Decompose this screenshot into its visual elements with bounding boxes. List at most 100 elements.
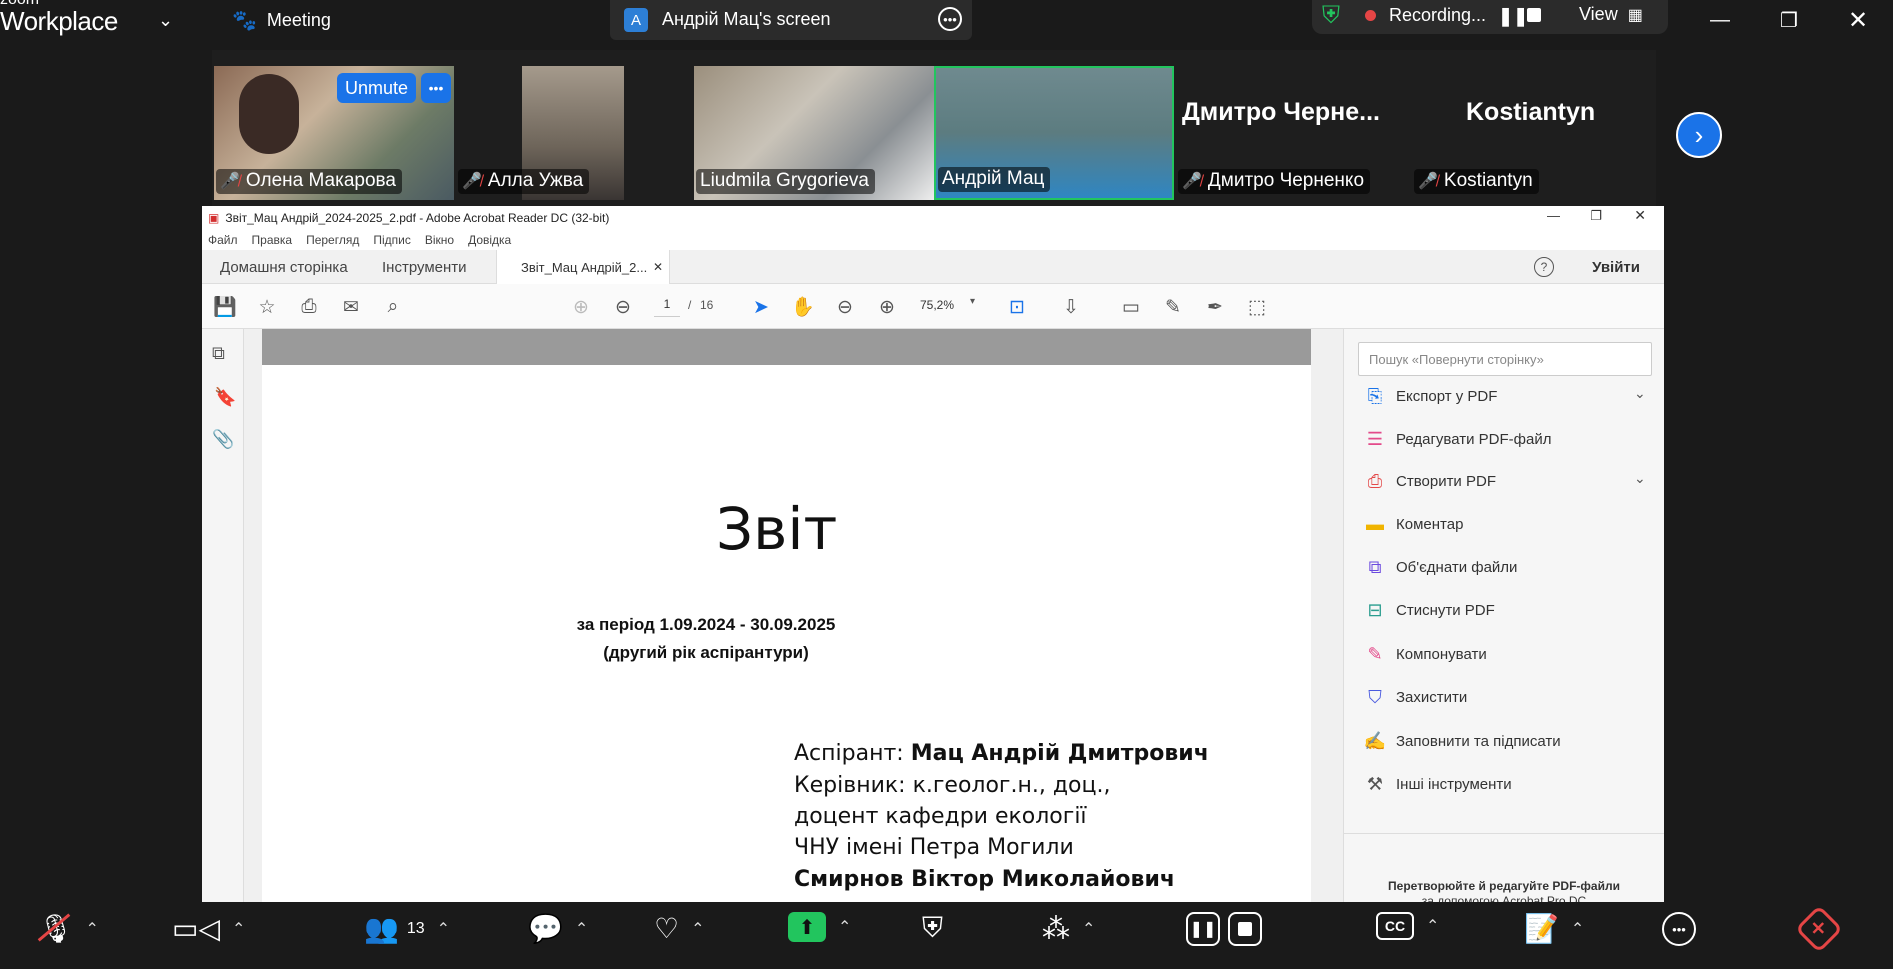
- tool-combine[interactable]: ⧉ Об'єднати файли: [1364, 552, 1518, 582]
- print-icon[interactable]: ⎙: [296, 294, 322, 320]
- tab-tools[interactable]: Інструменти: [382, 250, 467, 284]
- sign-icon[interactable]: ✒: [1202, 294, 1228, 320]
- signin-link[interactable]: Увійти: [1592, 250, 1640, 284]
- react-button[interactable]: ♡ ⌃: [654, 912, 705, 945]
- hand-tool-icon[interactable]: ✋: [790, 294, 816, 320]
- stop-icon[interactable]: [1228, 912, 1262, 946]
- notes-options-caret-icon[interactable]: ⌃: [1571, 919, 1584, 939]
- create-pdf-icon: ⎙: [1367, 470, 1383, 491]
- view-button[interactable]: View ▦: [1579, 4, 1643, 25]
- recording-bar: ⛨ Recording... ❚❚ View ▦: [1312, 0, 1668, 34]
- save-icon[interactable]: 💾: [212, 294, 238, 320]
- captions-button[interactable]: CC ⌃: [1376, 912, 1439, 940]
- share-options-caret-icon[interactable]: ⌃: [838, 917, 851, 937]
- menu-file[interactable]: Файл: [208, 233, 238, 247]
- bookmark-star-icon[interactable]: ☆: [254, 294, 280, 320]
- search-icon[interactable]: ⌕: [380, 294, 406, 320]
- help-icon[interactable]: ?: [1534, 257, 1554, 277]
- tool-export-pdf[interactable]: ⎘ Експорт у PDF: [1364, 381, 1498, 411]
- apps-options-caret-icon[interactable]: ⌃: [1082, 919, 1095, 939]
- zoom-dropdown-icon[interactable]: ▾: [970, 296, 975, 307]
- brand-menu-chevron-icon[interactable]: ⌄: [158, 0, 173, 40]
- host-tools-button[interactable]: ⛨: [922, 912, 943, 945]
- meeting-info-button[interactable]: 🐾 Meeting: [232, 0, 331, 40]
- unmute-button[interactable]: Unmute: [337, 73, 417, 103]
- chat-button[interactable]: 💬 ⌃: [528, 912, 588, 945]
- expand-create-chevron-icon[interactable]: ⌄: [1634, 470, 1646, 487]
- tool-protect[interactable]: ⛉ Захистити: [1364, 682, 1467, 712]
- tool-comment[interactable]: ▬ Коментар: [1364, 509, 1463, 539]
- video-tile[interactable]: Liudmila Grygorieva: [694, 66, 934, 200]
- fit-page-icon[interactable]: ⊡: [1004, 294, 1030, 320]
- highlight-icon[interactable]: ✎: [1160, 294, 1186, 320]
- tile-more-icon[interactable]: •••: [421, 73, 451, 103]
- close-tab-icon[interactable]: ✕: [653, 260, 663, 274]
- close-window-icon[interactable]: ✕: [1848, 0, 1868, 40]
- paw-icon: 🐾: [232, 9, 257, 32]
- menu-window[interactable]: Вікно: [425, 233, 454, 247]
- tab-home[interactable]: Домашня сторінка: [220, 250, 348, 284]
- apps-button[interactable]: ⁂ ⌃: [1042, 912, 1095, 945]
- acro-minimize-icon[interactable]: —: [1547, 208, 1560, 223]
- pause-icon[interactable]: ❚❚: [1186, 912, 1220, 946]
- tab-document[interactable]: Звіт_Мац Андрій_2... ✕: [496, 250, 670, 284]
- tool-fill-sign[interactable]: ✍ Заповнити та підписати: [1364, 726, 1561, 756]
- video-button[interactable]: ▭◁ ⌃: [172, 912, 245, 945]
- comment-tool-icon[interactable]: ▭: [1118, 294, 1144, 320]
- select-tool-icon[interactable]: ➤: [748, 294, 774, 320]
- tool-organize[interactable]: ✎ Компонувати: [1364, 639, 1486, 669]
- active-speaker-tile[interactable]: Андрій Мац: [934, 66, 1174, 200]
- acro-close-icon[interactable]: ✕: [1634, 207, 1646, 224]
- captions-options-caret-icon[interactable]: ⌃: [1426, 916, 1439, 936]
- tool-compress[interactable]: ⊟ Стиснути PDF: [1364, 595, 1494, 625]
- menu-sign[interactable]: Підпис: [373, 233, 411, 247]
- scroll-mode-icon[interactable]: ⇩: [1058, 294, 1084, 320]
- menu-help[interactable]: Довідка: [468, 233, 511, 247]
- tools-search-input[interactable]: Пошук «Повернути сторінку»: [1358, 342, 1652, 376]
- video-tile[interactable]: Unmute ••• 🎤̸ Олена Макарова: [214, 66, 454, 200]
- acro-restore-icon[interactable]: ❐: [1590, 208, 1602, 224]
- page-thumbnails-icon[interactable]: ⧉: [212, 343, 225, 364]
- audio-options-caret-icon[interactable]: ⌃: [86, 919, 99, 939]
- stamp-icon[interactable]: ⬚: [1244, 294, 1270, 320]
- pause-recording-icon[interactable]: ❚❚: [1498, 6, 1528, 27]
- attachments-icon[interactable]: 📎: [212, 429, 234, 450]
- email-icon[interactable]: ✉: [338, 294, 364, 320]
- next-page-icon[interactable]: ⊖: [610, 294, 636, 320]
- end-meeting-button[interactable]: ✕: [1794, 904, 1844, 954]
- zoom-out-icon[interactable]: ⊖: [832, 294, 858, 320]
- expand-export-chevron-icon[interactable]: ⌄: [1634, 385, 1646, 402]
- participants-options-caret-icon[interactable]: ⌃: [437, 919, 450, 939]
- minimize-window-icon[interactable]: —: [1710, 0, 1730, 40]
- bookmarks-icon[interactable]: 🔖: [214, 387, 236, 408]
- document-viewport[interactable]: Звіт за період 1.09.2024 - 30.09.2025 (д…: [244, 329, 1366, 902]
- audio-button[interactable]: 🎙 ⌃: [37, 912, 99, 945]
- video-tile[interactable]: Kostiantyn 🎤̸ Kostiantyn: [1410, 66, 1650, 200]
- zoom-level[interactable]: 75,2%: [920, 298, 954, 312]
- participants-button[interactable]: 👥 13 ⌃: [364, 912, 450, 945]
- recording-controls[interactable]: ❚❚: [1186, 912, 1262, 946]
- menu-view[interactable]: Перегляд: [306, 233, 359, 247]
- page-number-input[interactable]: 1: [654, 297, 680, 317]
- screen-options-icon[interactable]: •••: [938, 7, 962, 31]
- tool-create-pdf[interactable]: ⎙ Створити PDF: [1364, 466, 1496, 496]
- view-label: View: [1579, 4, 1618, 24]
- video-tile[interactable]: Дмитро Черне... 🎤̸ Дмитро Черненко: [1176, 66, 1408, 200]
- prev-page-icon[interactable]: ⊕: [568, 294, 594, 320]
- more-button[interactable]: •••: [1662, 912, 1696, 946]
- react-options-caret-icon[interactable]: ⌃: [691, 919, 704, 939]
- notes-button[interactable]: 📝 ⌃: [1524, 912, 1584, 945]
- acrobat-tabs: Домашня сторінка Інструменти Звіт_Мац Ан…: [202, 250, 1664, 284]
- zoom-in-icon[interactable]: ⊕: [874, 294, 900, 320]
- chat-options-caret-icon[interactable]: ⌃: [575, 919, 588, 939]
- shared-screen-tab[interactable]: A Андрій Мац's screen •••: [610, 0, 972, 40]
- next-page-arrow-icon[interactable]: ›: [1676, 112, 1722, 158]
- menu-edit[interactable]: Правка: [252, 233, 293, 247]
- stop-recording-icon[interactable]: [1527, 8, 1541, 22]
- share-button[interactable]: ⬆ ⌃: [788, 912, 851, 942]
- restore-window-icon[interactable]: ❐: [1780, 0, 1798, 40]
- tool-edit-pdf[interactable]: ☰ Редагувати PDF-файл: [1364, 424, 1552, 454]
- tool-more[interactable]: ⚒ Інші інструменти: [1364, 769, 1512, 799]
- video-options-caret-icon[interactable]: ⌃: [232, 919, 245, 939]
- video-tile[interactable]: 🎤̸ Алла Ужва: [456, 66, 624, 200]
